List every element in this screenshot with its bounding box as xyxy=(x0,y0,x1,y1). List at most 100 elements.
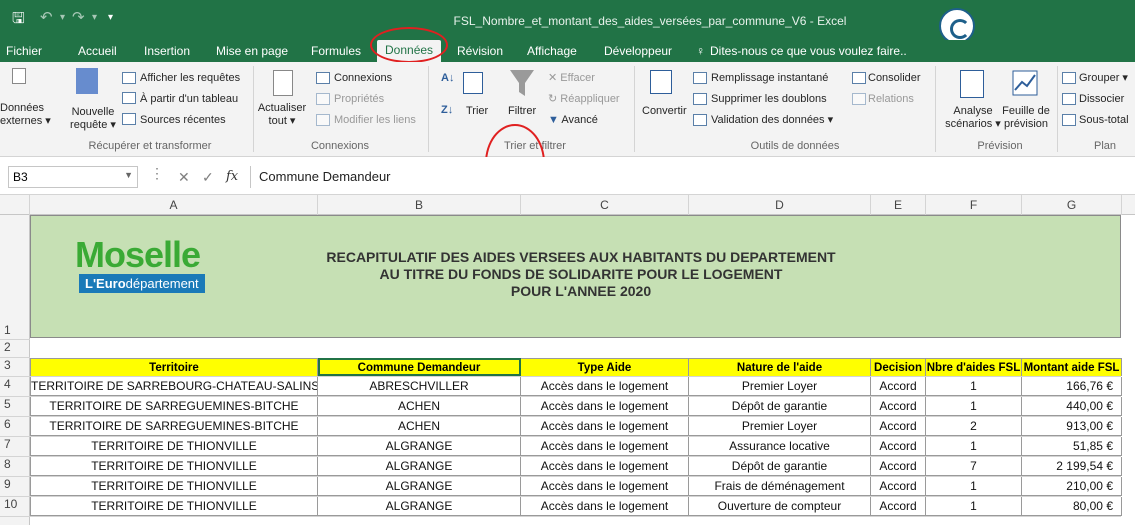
cell-type-aide[interactable]: Accès dans le logement xyxy=(521,377,689,396)
sort-za-icon[interactable]: Z↓ xyxy=(441,104,453,117)
cell-montant[interactable]: 80,00 € xyxy=(1022,497,1122,516)
connexions-button[interactable]: Connexions xyxy=(334,72,392,85)
enter-icon[interactable]: ✓ xyxy=(202,169,214,186)
afficher-requetes-button[interactable]: Afficher les requêtes xyxy=(140,72,240,85)
convertir-button[interactable]: Convertir xyxy=(642,105,687,118)
row-header[interactable]: 3 xyxy=(0,358,30,377)
cell-nbre-aides[interactable]: 1 xyxy=(926,437,1022,456)
column-header-g[interactable]: G xyxy=(1022,195,1122,215)
cell-nbre-aides[interactable]: 2 xyxy=(926,417,1022,436)
validation-donnees-button[interactable]: Validation des données ▾ xyxy=(711,114,833,127)
avance-button[interactable]: ▼ Avancé xyxy=(548,114,598,127)
proprietes-button[interactable]: Propriétés xyxy=(334,93,384,106)
supprimer-doublons-button[interactable]: Supprimer les doublons xyxy=(711,93,827,106)
header-commune-demandeur[interactable]: Commune Demandeur xyxy=(318,358,521,376)
cell-decision[interactable]: Accord xyxy=(871,477,926,496)
header-type-aide[interactable]: Type Aide xyxy=(521,358,689,376)
redo-dropdown-icon[interactable]: ▾ xyxy=(92,12,97,23)
select-all-corner[interactable] xyxy=(0,195,30,215)
cell-montant[interactable]: 913,00 € xyxy=(1022,417,1122,436)
name-box[interactable]: B3 ▼ xyxy=(8,166,138,188)
effacer-button[interactable]: ✕ Effacer xyxy=(548,72,595,85)
user-logo-icon[interactable] xyxy=(939,8,975,44)
column-header-d[interactable]: D xyxy=(689,195,871,215)
formula-input[interactable]: Commune Demandeur xyxy=(250,166,1130,188)
cell-type-aide[interactable]: Accès dans le logement xyxy=(521,497,689,516)
row-header[interactable]: 8 xyxy=(0,457,30,477)
header-nbre-aides[interactable]: Nbre d'aides FSL xyxy=(926,358,1022,376)
cell-decision[interactable]: Accord xyxy=(871,377,926,396)
undo-icon[interactable]: ↶ xyxy=(40,8,53,26)
save-icon[interactable]: 🖫 xyxy=(12,8,25,33)
cell-nature-aide[interactable]: Dépôt de garantie xyxy=(689,457,871,476)
tab-formules[interactable]: Formules xyxy=(311,44,361,58)
relations-button[interactable]: Relations xyxy=(868,93,914,106)
cell-nbre-aides[interactable]: 7 xyxy=(926,457,1022,476)
sources-recentes-button[interactable]: Sources récentes xyxy=(140,114,226,127)
cell-nbre-aides[interactable]: 1 xyxy=(926,477,1022,496)
cell-montant[interactable]: 51,85 € xyxy=(1022,437,1122,456)
cell-nature-aide[interactable]: Ouverture de compteur xyxy=(689,497,871,516)
trier-button[interactable]: Trier xyxy=(466,105,488,118)
cancel-icon[interactable]: ✕ xyxy=(178,169,190,186)
cell-decision[interactable]: Accord xyxy=(871,437,926,456)
cell-territoire[interactable]: TERRITOIRE DE THIONVILLE xyxy=(30,437,318,456)
row-header[interactable]: 4 xyxy=(0,377,30,397)
cell-nbre-aides[interactable]: 1 xyxy=(926,497,1022,516)
cell-commune[interactable]: ABRESCHVILLER xyxy=(318,377,521,396)
column-header-f[interactable]: F xyxy=(926,195,1022,215)
cell-territoire[interactable]: TERRITOIRE DE SARREGUEMINES-BITCHE xyxy=(30,397,318,416)
cell-type-aide[interactable]: Accès dans le logement xyxy=(521,437,689,456)
tab-accueil[interactable]: Accueil xyxy=(78,44,117,58)
cell-territoire[interactable]: TERRITOIRE DE SARREGUEMINES-BITCHE xyxy=(30,417,318,436)
cell-nature-aide[interactable]: Frais de déménagement xyxy=(689,477,871,496)
row-header[interactable]: 10 xyxy=(0,497,30,517)
sous-total-button[interactable]: Sous-total xyxy=(1079,114,1129,127)
row-header[interactable]: 9 xyxy=(0,477,30,497)
filtrer-button[interactable]: Filtrer xyxy=(508,105,536,118)
cell-commune[interactable]: ALGRANGE xyxy=(318,497,521,516)
row-header[interactable]: 1 xyxy=(0,215,30,340)
consolider-button[interactable]: Consolider xyxy=(868,72,921,85)
modifier-liens-button[interactable]: Modifier les liens xyxy=(334,114,416,127)
cell-type-aide[interactable]: Accès dans le logement xyxy=(521,457,689,476)
cell-decision[interactable]: Accord xyxy=(871,457,926,476)
a-partir-tableau-button[interactable]: À partir d'un tableau xyxy=(140,93,238,106)
cell-montant[interactable]: 166,76 € xyxy=(1022,377,1122,396)
cell-commune[interactable]: ALGRANGE xyxy=(318,477,521,496)
cell-type-aide[interactable]: Accès dans le logement xyxy=(521,417,689,436)
cell-decision[interactable]: Accord xyxy=(871,417,926,436)
sort-az-icon[interactable]: A↓ xyxy=(441,72,454,85)
tab-revision[interactable]: Révision xyxy=(457,44,503,58)
tab-mise-en-page[interactable]: Mise en page xyxy=(216,44,288,58)
row-header[interactable]: 2 xyxy=(0,340,30,358)
redo-icon[interactable]: ↷ xyxy=(72,8,85,26)
cell-nature-aide[interactable]: Premier Loyer xyxy=(689,377,871,396)
row-header[interactable]: 5 xyxy=(0,397,30,417)
cell-montant[interactable]: 2 199,54 € xyxy=(1022,457,1122,476)
column-header-a[interactable]: A xyxy=(30,195,318,215)
grouper-button[interactable]: Grouper ▾ xyxy=(1079,72,1128,85)
cell-nature-aide[interactable]: Dépôt de garantie xyxy=(689,397,871,416)
tab-developpeur[interactable]: Développeur xyxy=(604,44,672,58)
cell-territoire[interactable]: TERRITOIRE DE THIONVILLE xyxy=(30,477,318,496)
cell-nbre-aides[interactable]: 1 xyxy=(926,377,1022,396)
column-header-c[interactable]: C xyxy=(521,195,689,215)
header-decision[interactable]: Decision xyxy=(871,358,926,376)
cell-territoire[interactable]: TERRITOIRE DE THIONVILLE xyxy=(30,497,318,516)
cell-territoire[interactable]: TERRITOIRE DE THIONVILLE xyxy=(30,457,318,476)
cell-type-aide[interactable]: Accès dans le logement xyxy=(521,477,689,496)
cell-nature-aide[interactable]: Premier Loyer xyxy=(689,417,871,436)
remplissage-instantane-button[interactable]: Remplissage instantané xyxy=(711,72,828,85)
nouvelle-requete-button[interactable]: Nouvelle requête ▾ xyxy=(68,106,118,132)
cell-commune[interactable]: ALGRANGE xyxy=(318,437,521,456)
cell-nbre-aides[interactable]: 1 xyxy=(926,397,1022,416)
reappliquer-button[interactable]: ↻ Réappliquer xyxy=(548,93,620,106)
customize-qat-icon[interactable]: ▾ xyxy=(108,12,113,23)
cell-nature-aide[interactable]: Assurance locative xyxy=(689,437,871,456)
header-territoire[interactable]: Territoire xyxy=(30,358,318,376)
header-montant-aide[interactable]: Montant aide FSL xyxy=(1022,358,1122,376)
undo-dropdown-icon[interactable]: ▾ xyxy=(60,12,65,23)
cell-montant[interactable]: 440,00 € xyxy=(1022,397,1122,416)
row-header[interactable]: 7 xyxy=(0,437,30,457)
